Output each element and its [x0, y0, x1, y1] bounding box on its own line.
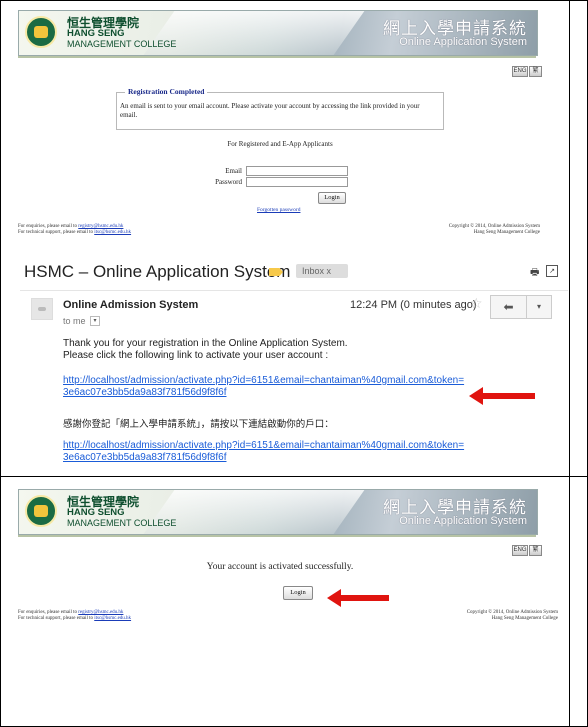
system-title-en-2: Online Application System: [399, 515, 527, 527]
college-logo-2: [25, 495, 57, 527]
brand-en-line1: HANG SENG: [67, 28, 125, 39]
brand-en-line1-2: HANG SENG: [67, 507, 125, 518]
college-logo: [25, 16, 57, 48]
activation-success-message: Your account is activated successfully.: [206, 562, 354, 572]
recipient-to-me: to me: [63, 316, 86, 326]
email-subject: HSMC – Online Application System: [24, 262, 291, 281]
password-input[interactable]: [246, 177, 348, 187]
email-header-separator: [20, 290, 568, 291]
star-icon[interactable]: ☆: [470, 296, 483, 312]
applicants-heading: For Registered and E-App Applicants: [227, 140, 333, 148]
sender-avatar: [31, 298, 53, 320]
red-arrow-annotation-2: [327, 589, 389, 607]
email-body-chinese: 感謝你登記「網上入學申請系統」，請按以下連結啟動你的戶口：: [63, 419, 334, 430]
login-button-2[interactable]: Login: [283, 586, 313, 600]
enquiries-email-link-2[interactable]: registry@hsmc.edu.hk: [78, 610, 123, 615]
email-input[interactable]: [246, 166, 348, 176]
technical-prefix: For technical support, please email to: [18, 230, 93, 235]
sender-name: Online Admission System: [63, 299, 199, 311]
enquiries-prefix: For enquiries, please email to: [18, 224, 78, 229]
login-button[interactable]: Login: [318, 192, 346, 204]
lang-chinese-button-2[interactable]: 繁: [529, 545, 542, 556]
chevron-down-icon: ▾: [536, 302, 541, 311]
email-timestamp: 12:24 PM (0 minutes ago): [350, 299, 477, 311]
activation-link-cn[interactable]: http://localhost/admission/activate.php?…: [63, 440, 503, 464]
technical-line: For technical support, please email to i…: [18, 230, 131, 236]
technical-email-link-2[interactable]: itsc@hsmc.edu.hk: [94, 616, 131, 621]
panel-divider: [0, 476, 588, 477]
header-banner-2: 恒生管理學院 HANG SENG MANAGEMENT COLLEGE 網上入學…: [18, 489, 538, 535]
enquiries-email-link[interactable]: registry@hsmc.edu.hk: [78, 224, 123, 229]
reply-button[interactable]: ⬅: [490, 295, 527, 319]
password-label: Password: [215, 178, 242, 186]
new-window-icon[interactable]: ↗: [546, 265, 558, 277]
activation-link-en-part2: 3e6ac07e3bb5da9a83f781f56d9f8f6f: [63, 387, 227, 398]
registration-message: An email is sent to your email account. …: [120, 102, 420, 119]
banner-underline-2: [18, 535, 536, 537]
right-column-divider: [569, 0, 570, 727]
lang-eng-button-2[interactable]: ENG: [512, 545, 528, 556]
college-name-footer: Hang Seng Management College: [473, 230, 540, 235]
header-banner: 恒生管理學院 HANG SENG MANAGEMENT COLLEGE 網上入學…: [18, 10, 538, 56]
red-arrow-annotation-1: [469, 387, 535, 405]
activation-link-en[interactable]: http://localhost/admission/activate.php?…: [63, 375, 503, 399]
brand-en-line2: MANAGEMENT COLLEGE: [67, 39, 177, 49]
inbox-label-chip[interactable]: Inbox x: [296, 264, 348, 278]
activation-link-en-part1: http://localhost/admission/activate.php?…: [63, 375, 465, 386]
email-body-line2: Please click the following link to activ…: [63, 350, 329, 361]
print-icon[interactable]: 🖶: [530, 265, 539, 282]
system-title-en: Online Application System: [399, 36, 527, 48]
banner-underline: [18, 56, 536, 58]
technical-email-link[interactable]: itsc@hsmc.edu.hk: [94, 230, 131, 235]
recipient-details-caret-icon[interactable]: ▾: [90, 316, 100, 326]
technical-line-2: For technical support, please email to i…: [18, 616, 131, 622]
forgot-password-link[interactable]: Forgotten password: [257, 207, 300, 213]
more-options-button[interactable]: ▾: [526, 295, 552, 319]
email-body-line1: Thank you for your registration in the O…: [63, 338, 348, 349]
lang-chinese-button[interactable]: 繁: [529, 66, 542, 77]
activation-link-cn-part2: 3e6ac07e3bb5da9a83f781f56d9f8f6f: [63, 452, 227, 463]
email-label: Email: [225, 167, 242, 175]
reply-arrow-icon: ⬅: [503, 300, 514, 314]
registration-title: Registration Completed: [125, 87, 208, 96]
activation-link-cn-part1: http://localhost/admission/activate.php?…: [63, 440, 465, 451]
enquiries-prefix-2: For enquiries, please email to: [18, 610, 78, 615]
college-name-footer-2: Hang Seng Management College: [491, 616, 558, 621]
brand-en-line2-2: MANAGEMENT COLLEGE: [67, 518, 177, 528]
lang-eng-button[interactable]: ENG: [512, 66, 528, 77]
technical-prefix-2: For technical support, please email to: [18, 616, 93, 621]
